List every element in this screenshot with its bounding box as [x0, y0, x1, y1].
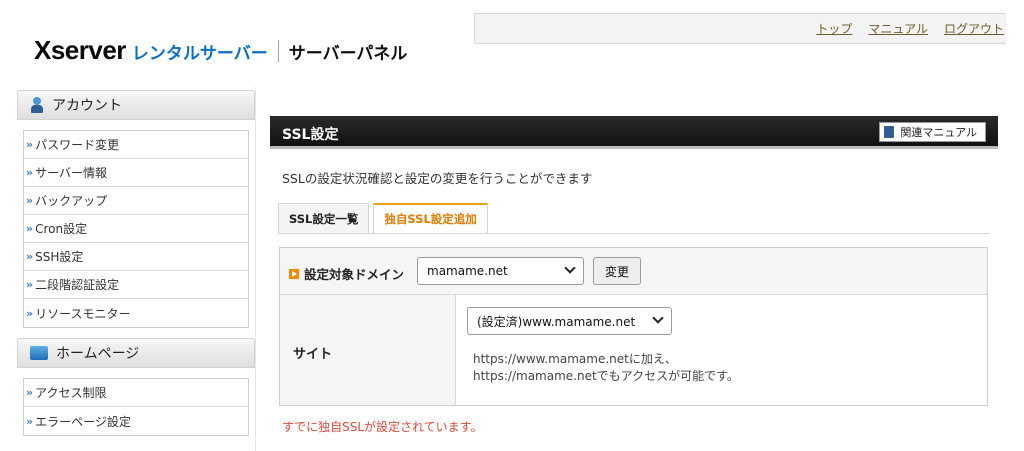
sidebar-item-label: Cron設定 [35, 222, 88, 236]
arrow-icon: » [26, 250, 34, 263]
logo-panel-text: サーバーパネル [288, 44, 408, 64]
arrow-icon: » [26, 306, 34, 320]
chevron-down-icon [652, 312, 664, 324]
header: Xserver レンタルサーバー サーバーパネル トップ マニュアル ログアウト [0, 0, 1024, 87]
change-button[interactable]: 変更 [593, 257, 641, 285]
sidebar-item-access-restriction[interactable]: » アクセス制限 [24, 379, 248, 407]
site-select[interactable]: (設定済)www.mamame.net [467, 307, 672, 335]
tab-bar: SSL設定一覧 独自SSL設定追加 [278, 203, 488, 233]
sidebar-item-label: サーバー情報 [35, 166, 107, 180]
sidebar-item-2fa[interactable]: » 二段階認証設定 [24, 271, 248, 299]
sidebar-item-label: パスワード変更 [35, 138, 120, 152]
logo-sub-text: レンタルサーバー [131, 44, 268, 64]
sidebar-section-title: アカウント [52, 98, 122, 114]
page-title-bar: SSL設定 関連マニュアル [270, 116, 998, 149]
sidebar-item-label: SSH設定 [35, 250, 84, 264]
arrow-icon: » [26, 166, 34, 179]
site-label: サイト [293, 347, 333, 362]
chevron-down-icon [564, 262, 576, 274]
sidebar-item-resource-monitor[interactable]: » リソースモニター [24, 299, 248, 327]
tab-add-ssl[interactable]: 独自SSL設定追加 [373, 203, 488, 233]
domain-select[interactable]: mamame.net [417, 257, 584, 285]
play-icon [289, 268, 299, 279]
nav-top-link[interactable]: トップ [816, 20, 852, 37]
related-manual-label: 関連マニュアル [900, 126, 977, 139]
ssl-form-panel: 設定対象ドメイン mamame.net 変更 サイト (設定済)www.mama… [279, 247, 988, 406]
site-select-value: (設定済)www.mamame.net [477, 314, 636, 329]
sidebar-item-password[interactable]: » パスワード変更 [24, 131, 248, 159]
nav-logout-link[interactable]: ログアウト [944, 20, 1004, 37]
sidebar: アカウント » パスワード変更 » サーバー情報 » バックアップ » Cron設定 »… [17, 90, 255, 436]
sidebar-divider [255, 87, 256, 451]
site-label-cell: サイト [280, 295, 456, 405]
site-description: https://www.mamame.netに加え、 https://mamam… [473, 351, 739, 385]
top-nav: トップ マニュアル ログアウト [816, 20, 1004, 37]
sidebar-item-backup[interactable]: » バックアップ [24, 187, 248, 215]
arrow-icon: » [26, 194, 34, 207]
domain-select-value: mamame.net [427, 264, 508, 278]
page-description: SSLの設定状況確認と設定の変更を行うことができます [282, 171, 593, 186]
domain-row: 設定対象ドメイン mamame.net 変更 [280, 248, 987, 295]
nav-manual-link[interactable]: マニュアル [868, 20, 928, 37]
sidebar-item-label: バックアップ [35, 194, 108, 208]
sidebar-item-label: エラーページ設定 [35, 414, 131, 429]
site-row: サイト (設定済)www.mamame.net https://www.mama… [280, 295, 987, 405]
sidebar-section-homepage: ホームページ [17, 338, 255, 368]
sidebar-section-account: アカウント [17, 90, 255, 120]
sidebar-homepage-list: » アクセス制限 » エラーページ設定 [23, 378, 249, 436]
related-manual-button[interactable]: 関連マニュアル [879, 122, 986, 142]
site-desc-line1: https://www.mamame.netに加え、 [473, 352, 677, 366]
domain-label-text: 設定対象ドメイン [304, 267, 405, 282]
page-title: SSL設定 [282, 127, 339, 143]
tab-ssl-list[interactable]: SSL設定一覧 [278, 203, 370, 233]
arrow-icon: » [26, 414, 34, 428]
sidebar-account-list: » パスワード変更 » サーバー情報 » バックアップ » Cron設定 » SSH設定 … [23, 130, 249, 328]
arrow-icon: » [26, 278, 34, 291]
arrow-icon: » [26, 222, 34, 235]
sidebar-item-server-info[interactable]: » サーバー情報 [24, 159, 248, 187]
arrow-icon: » [26, 386, 34, 399]
sidebar-item-label: 二段階認証設定 [35, 278, 120, 292]
sidebar-item-label: アクセス制限 [35, 386, 107, 400]
logo-divider [277, 40, 279, 62]
arrow-icon: » [26, 138, 34, 151]
xserver-logo[interactable]: Xserver レンタルサーバー サーバーパネル [34, 33, 407, 67]
domain-label: 設定対象ドメイン [289, 264, 404, 283]
sidebar-item-error-page[interactable]: » エラーページ設定 [24, 407, 248, 435]
homepage-icon [30, 346, 48, 360]
logo-main-text: Xserver [34, 34, 126, 65]
sidebar-item-cron[interactable]: » Cron設定 [24, 215, 248, 243]
book-icon [884, 126, 895, 138]
sidebar-section-title: ホームページ [56, 346, 140, 362]
status-message: すでに独自SSLが設定されています。 [282, 420, 483, 434]
sidebar-item-ssh[interactable]: » SSH設定 [24, 243, 248, 271]
site-desc-line2: https://mamame.netでもアクセスが可能です。 [473, 369, 739, 383]
sidebar-item-label: リソースモニター [35, 306, 131, 321]
tab-underline [278, 233, 990, 234]
user-icon [30, 97, 44, 113]
